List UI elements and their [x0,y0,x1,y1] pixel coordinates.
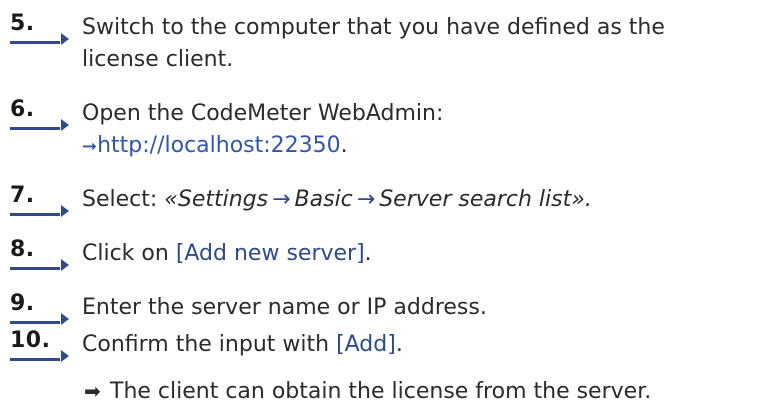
step-number: 9. [10,291,35,316]
webadmin-link[interactable]: http://localhost:22350 [97,133,341,158]
link-arrow-icon: ➞ [82,136,98,157]
add-new-server-command: [Add new server] [175,241,365,266]
step-underline [10,41,60,44]
step-text: Open the CodeMeter WebAdmin: ➞http://loc… [82,98,767,163]
step-number-badge: 10. [10,327,80,363]
step-triangle-icon [61,205,69,217]
instruction-steps: 5. Switch to the computer that you have … [0,0,773,416]
step-triangle-icon [61,350,69,362]
step-triangle-icon [61,313,69,325]
step-text: Enter the server name or IP address. [82,292,767,324]
path-item-server-search-list: Server search list [379,187,572,212]
step-triangle-icon [61,119,69,131]
right-arrow-icon: ➡ [84,379,101,403]
path-item-basic: Basic [294,187,353,212]
path-arrow-icon: → [272,187,291,212]
step-result: ➡ The client can obtain the license from … [84,376,651,407]
step-number: 5. [10,11,35,36]
step-triangle-icon [61,259,69,271]
step-text: Select: «Settings → Basic → Server search li… [82,184,767,216]
add-command: [Add] [336,332,396,357]
step-underline [10,127,60,130]
step-text-line: Switch to the computer that you have def… [82,15,665,40]
step-text-line: Open the CodeMeter WebAdmin: [82,101,444,126]
step-number-badge: 8. [10,236,80,272]
step-number-badge: 7. [10,182,80,218]
step-number: 8. [10,237,35,262]
step-number-badge: 9. [10,290,80,326]
path-close: ». [571,187,592,212]
step-underline [10,321,60,324]
step-number: 7. [10,183,35,208]
path-item-settings: Settings [177,187,269,212]
path-arrow-icon: → [356,187,376,212]
step-suffix: . [364,241,372,266]
step-underline [10,267,60,270]
step-text: Switch to the computer that you have def… [82,12,767,76]
step-underline [10,358,60,361]
step-number-badge: 5. [10,10,80,46]
step-prefix: Click on [82,241,176,266]
step-number: 6. [10,97,35,122]
step-suffix: . [395,332,403,357]
link-line: ➞http://localhost:22350. [82,130,767,163]
menu-path: «Settings → Basic → Server search list». [164,187,592,212]
step-prefix: Select: [82,187,165,212]
step-text-line: Enter the server name or IP address. [82,295,487,320]
step-number: 10. [10,328,51,353]
step-text: Confirm the input with [Add]. [82,329,767,361]
step-text-line: license client. [82,47,234,72]
step-prefix: Confirm the input with [82,332,337,357]
step-underline [10,213,60,216]
link-suffix: . [340,133,348,158]
step-number-badge: 6. [10,96,80,132]
step-text: Click on [Add new server]. [82,238,767,270]
step-triangle-icon [61,33,69,45]
result-text: The client can obtain the license from t… [110,379,652,404]
path-open: « [164,187,178,212]
